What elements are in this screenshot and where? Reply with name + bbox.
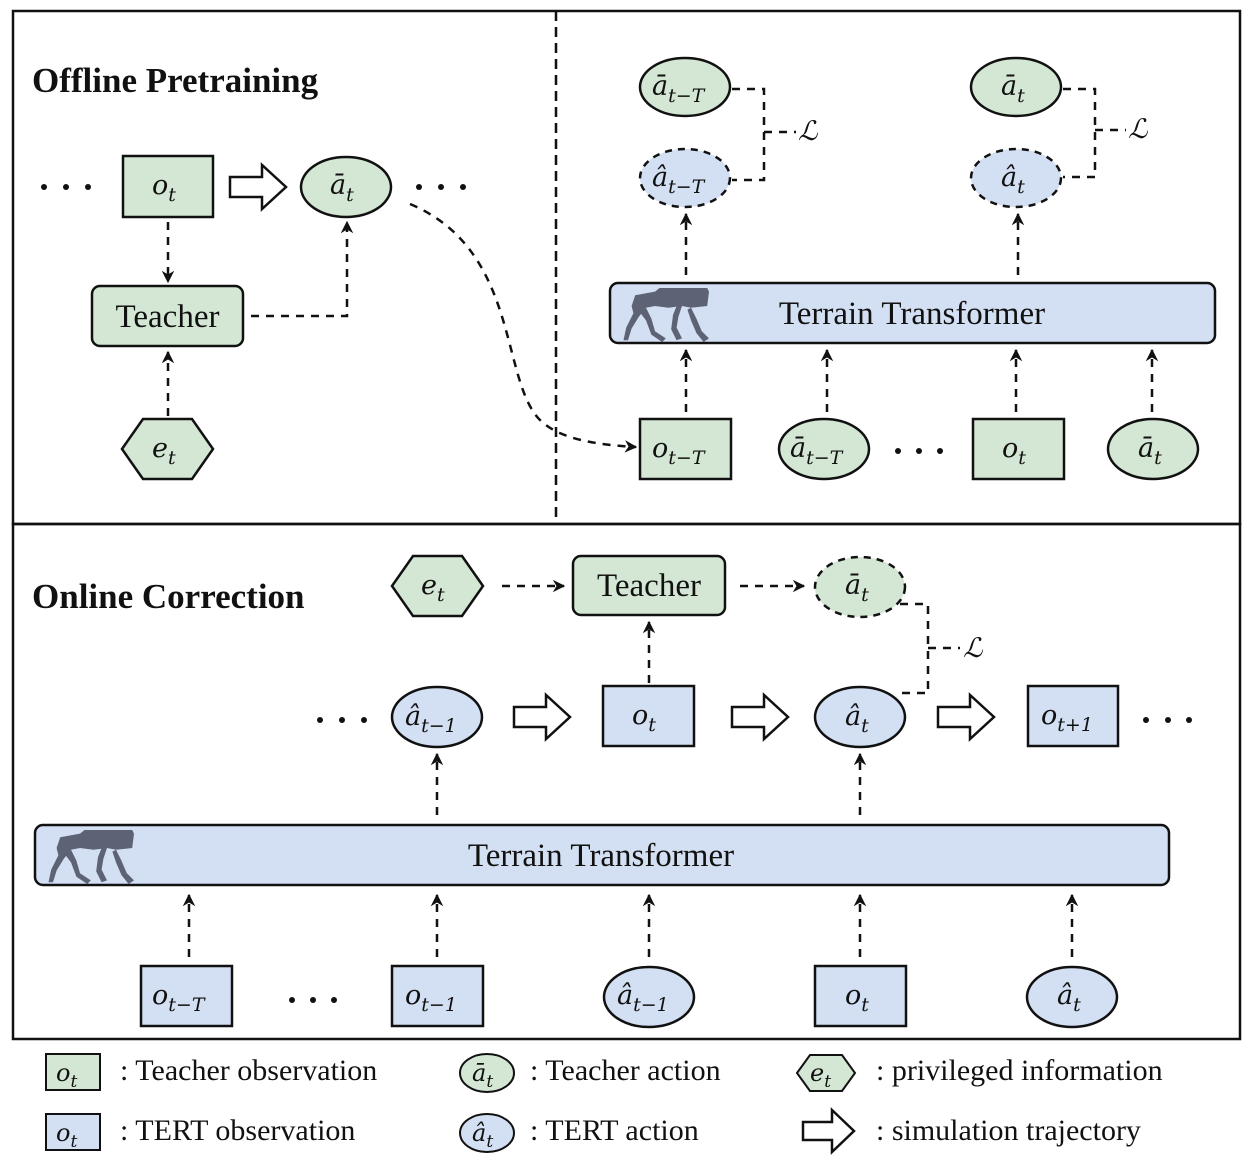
legend-item-privileged-information: et : privileged information [795,1054,1163,1092]
input-teacher-observation: ot [971,417,1066,481]
offline-title: Offline Pretraining [32,61,319,100]
svg-text:Terrain Transformer: Terrain Transformer [468,838,734,874]
ellipsis-dots [41,184,91,190]
tert-action-node: ât [813,685,907,749]
input-tert-observation: ot [813,964,908,1028]
tert-observation-node: ot [601,684,696,748]
loss-bracket [898,602,930,695]
teacher-to-action-arrow [251,220,354,318]
legend-item-tert-observation: ot : TERT observation [45,1113,355,1152]
input-teacher-action: āt−T [777,417,871,481]
ellipsis-dots [317,717,367,723]
teacher-node: Teacher [90,284,245,348]
legend: ot : Teacher observation āt : Teacher ac… [45,1053,1163,1155]
action-to-dataset-curve-arrow [409,202,638,453]
input-tert-action: ât−1 [602,965,696,1029]
input-teacher-observation: ot−T [638,417,733,481]
simulation-trajectory-arrow [936,692,996,742]
svg-text:Teacher: Teacher [597,568,701,604]
terrain-transformer-block: Terrain Transformer [33,823,1171,887]
ellipsis-dots [289,997,337,1003]
ellipsis-dots [416,184,466,190]
tert-action-node: ât−1 [390,685,484,749]
loss-bracket [732,87,766,182]
svg-text:: simulation trajectory: : simulation trajectory [876,1114,1141,1147]
simulation-trajectory-arrow [228,162,288,212]
svg-text:: TERT observation: : TERT observation [120,1114,355,1147]
svg-text:: privileged information: : privileged information [876,1054,1163,1087]
legend-item-teacher-observation: ot : Teacher observation [45,1053,377,1092]
simulation-trajectory-arrow [730,692,790,742]
loss-label: ℒ [1128,114,1148,145]
privileged-info-node: et [390,554,485,618]
target-action-node: āt−T [638,56,732,118]
ellipsis-dots [895,448,943,454]
input-tert-observation: ot−T [139,964,234,1028]
svg-text:Terrain Transformer: Terrain Transformer [779,296,1045,332]
online-title: Online Correction [32,577,305,616]
input-tert-observation: ot−1 [390,964,485,1028]
method-diagram: Offline Pretraining Online Correction ot… [11,9,1242,1155]
predicted-action-node: ât−T [638,147,732,209]
legend-item-tert-action: ât : TERT action [459,1113,699,1153]
terrain-transformer-block: Terrain Transformer [608,281,1217,345]
teacher-action-node: āt [813,555,907,619]
input-tert-action: ât [1025,965,1119,1029]
simulation-trajectory-arrow [512,692,572,742]
privileged-info-node: et [120,417,215,481]
svg-text:: Teacher action: : Teacher action [530,1054,721,1087]
legend-item-simulation-trajectory: : simulation trajectory [801,1107,1141,1155]
input-teacher-action: āt [1106,417,1200,481]
teacher-action-node: āt [299,155,393,219]
loss-label: ℒ [963,633,983,664]
teacher-node: Teacher [571,554,727,617]
hollow-arrow-icon [801,1107,856,1155]
tert-observation-node: ot+1 [1026,684,1120,748]
svg-text:: TERT action: : TERT action [530,1114,699,1147]
svg-text:Teacher: Teacher [116,299,220,335]
loss-label: ℒ [798,116,818,147]
svg-text:: Teacher observation: : Teacher observation [120,1054,377,1087]
target-action-node: āt [969,56,1063,118]
loss-bracket [1063,87,1097,179]
legend-item-teacher-action: āt : Teacher action [459,1053,721,1093]
ellipsis-dots [1143,717,1192,723]
teacher-observation-node: ot [121,154,215,219]
predicted-action-node: ât [969,147,1063,209]
